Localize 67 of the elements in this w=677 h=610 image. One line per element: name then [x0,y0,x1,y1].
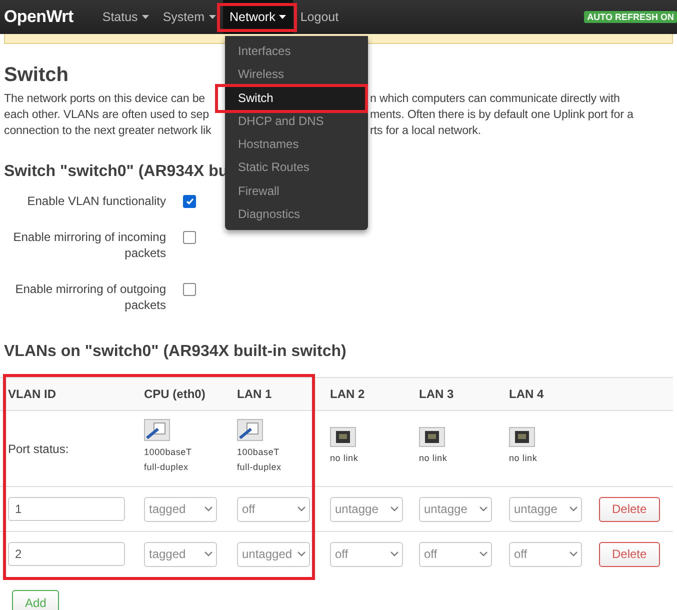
checkmark-icon [186,198,194,205]
delete-button[interactable]: Delete [599,542,660,566]
menu-item[interactable]: Firewall [225,180,368,204]
delete-button[interactable]: Delete [599,496,660,522]
option-label: Enable mirroring of incoming packets [12,229,166,261]
chevron-icon [297,551,306,557]
column-header: LAN 1 [237,387,272,401]
port-select[interactable]: off [419,542,492,566]
vlan-id-field[interactable]: 2 [8,542,125,566]
option-label: Enable VLAN functionality [26,193,166,209]
vlan-id-field[interactable]: 1 [8,497,125,521]
column-header: LAN 3 [419,387,454,401]
menu-item[interactable]: Static Routes [225,156,368,180]
add-button[interactable]: Add [12,590,60,610]
port-select[interactable]: untagge [419,496,492,522]
brand-logo[interactable]: OpenWrt [0,7,96,27]
page-title: Switch [4,64,68,87]
port-status-text: 1000baseT [144,447,192,457]
chevron-icon [390,506,399,512]
port-status-label: Port status: [8,442,69,456]
description-text: rts for a local network. [370,123,482,139]
menu-item[interactable]: Diagnostics [225,203,368,226]
auto-refresh-badge[interactable]: AUTO REFRESH ON [584,11,677,23]
nav-menu-item[interactable]: Logout [293,0,346,34]
port-select[interactable]: off [509,542,582,566]
port-status-text: no link [330,453,358,463]
port-select[interactable]: tagged [144,542,217,566]
column-header: LAN 4 [509,387,544,401]
description-text: ments. Often there is by default one Uplink port for a [370,107,634,123]
menu-item[interactable]: Interfaces [225,40,368,64]
chevron-icon [569,506,578,512]
port-select[interactable]: untagge [509,496,582,522]
menu-item[interactable]: DHCP and DNS [225,110,368,134]
port-select[interactable]: off [237,496,310,522]
chevron-icon [204,506,213,512]
port-status-text: no link [509,453,538,463]
checkbox[interactable] [183,231,196,244]
port-status-text: 100baseT [237,447,280,457]
port-status-text: full-duplex [144,462,188,472]
column-header: CPU (eth0) [144,387,206,401]
description-text: connection to the next greater network lik [4,123,212,139]
port-select[interactable]: tagged [144,496,217,522]
port-select[interactable]: off [330,542,403,566]
checkbox[interactable] [183,195,196,208]
chevron-icon [297,506,306,512]
port-select[interactable]: untagge [330,496,403,522]
menu-item[interactable]: Switch [225,86,368,110]
column-header: LAN 2 [330,387,365,401]
menu-item[interactable]: Wireless [225,63,368,87]
chevron-icon [479,551,488,557]
chevron-icon [569,551,578,557]
option-label: Enable mirroring of outgoing packets [14,281,166,313]
chevron-icon [390,551,399,557]
section-title: VLANs on "switch0" (AR934X built-in switch) [4,343,346,361]
description-text: each other. VLANs are often used to sep [4,107,210,123]
chevron-icon [479,506,488,512]
port-status-text: no link [419,453,448,463]
nav-menu-item[interactable]: Status [95,0,156,34]
port-select[interactable]: untagged [237,542,310,566]
description-text: The network ports on this device can be [4,91,206,107]
checkbox[interactable] [183,283,196,296]
nav-menu-item[interactable]: System [156,0,222,34]
port-status-text: full-duplex [237,462,282,472]
column-header: VLAN ID [8,387,56,401]
description-text: n which computers can communicate directly with [370,91,621,107]
menu-item[interactable]: Hostnames [225,133,368,156]
chevron-icon [204,551,213,557]
